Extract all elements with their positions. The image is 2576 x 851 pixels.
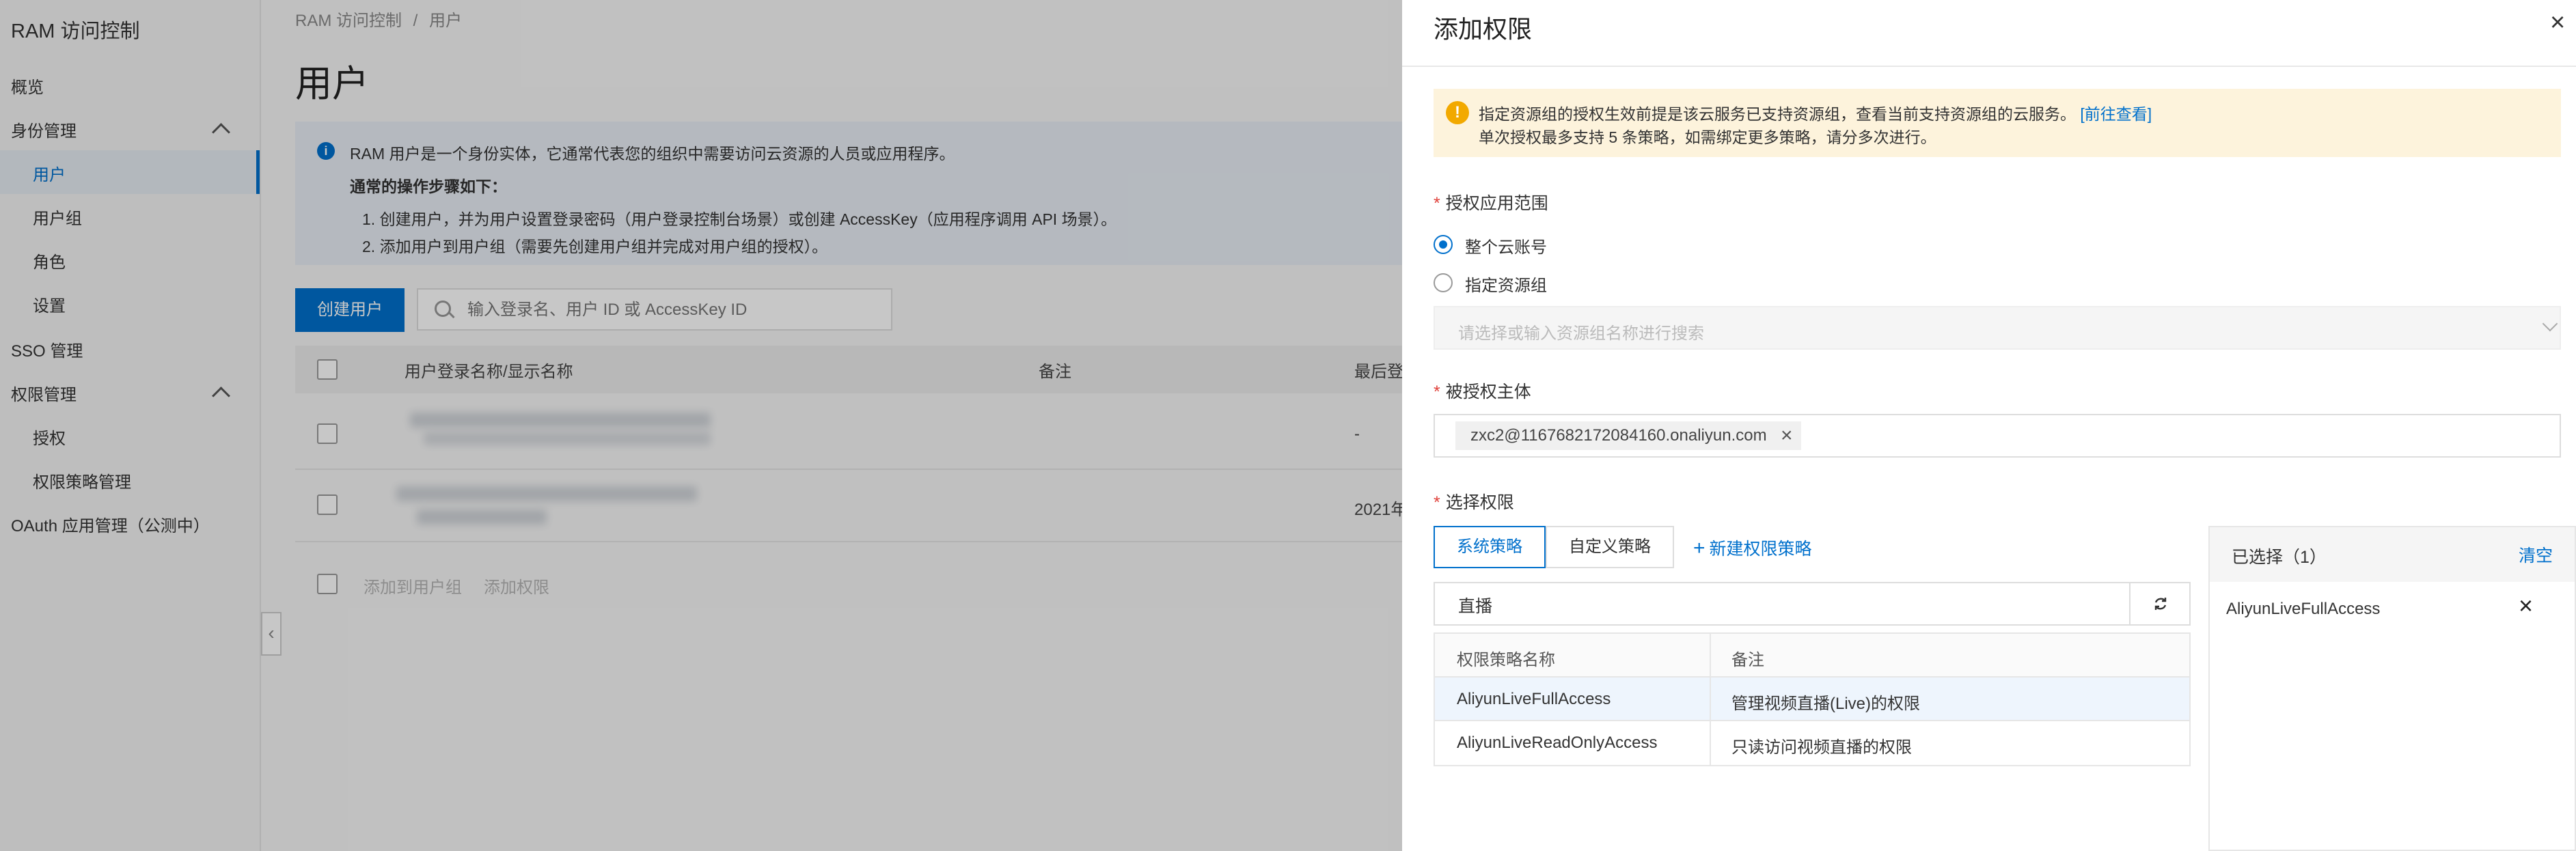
principal-tag-text: zxc2@1167682172084160.onaliyun.com [1470, 426, 1767, 445]
policy-search[interactable] [1434, 582, 2137, 626]
new-policy-button[interactable]: + 新建权限策略 [1693, 535, 1812, 560]
policy-note: 只读访问视频直播的权限 [1731, 738, 1912, 757]
scope-label-text: 授权应用范围 [1445, 194, 1548, 213]
radio-resource-group[interactable] [1434, 273, 1453, 292]
principal-label: * 被授权主体 [1434, 378, 1531, 403]
warning-text-1: 指定资源组的授权生效前提是该云服务已支持资源组，查看当前支持资源组的云服务。 [… [1479, 101, 2152, 124]
policy-search-input[interactable] [1457, 591, 2115, 619]
radio-whole-account-label[interactable]: 整个云账号 [1465, 234, 1547, 257]
column-header-policy-name: 权限策略名称 [1457, 651, 1555, 669]
selected-count-title: 已选择（1） [2232, 548, 2327, 567]
policy-name: AliyunLiveFullAccess [1457, 690, 1611, 708]
refresh-icon [2154, 598, 2167, 610]
new-policy-label: 新建权限策略 [1709, 540, 1812, 559]
chevron-down-icon [2542, 316, 2558, 332]
policy-row[interactable]: AliyunLiveReadOnlyAccess 只读访问视频直播的权限 [1435, 721, 2189, 765]
column-header-policy-note: 备注 [1731, 651, 1764, 669]
principal-field[interactable]: zxc2@1167682172084160.onaliyun.com × [1434, 414, 2561, 458]
tab-custom-policy[interactable]: 自定义策略 [1546, 526, 1674, 568]
policy-name: AliyunLiveReadOnlyAccess [1457, 734, 1658, 752]
principal-tag: zxc2@1167682172084160.onaliyun.com × [1455, 421, 1801, 450]
scope-label: * 授权应用范围 [1434, 190, 1548, 214]
policy-label-text: 选择权限 [1445, 493, 1514, 512]
principal-label-text: 被授权主体 [1445, 382, 1531, 402]
add-permission-drawer: 添加权限 × ! 指定资源组的授权生效前提是该云服务已支持资源组，查看当前支持资… [1402, 0, 2576, 851]
warning-line-1: 指定资源组的授权生效前提是该云服务已支持资源组，查看当前支持资源组的云服务。 [1479, 105, 2076, 123]
column-divider [1710, 721, 1711, 765]
modal-overlay[interactable] [0, 0, 1402, 851]
policy-row[interactable]: AliyunLiveFullAccess 管理视频直播(Live)的权限 [1435, 678, 2189, 721]
policy-label: * 选择权限 [1434, 489, 1514, 514]
column-divider [1710, 678, 1711, 720]
selected-policies-panel: 已选择（1） 清空 AliyunLiveFullAccess × [2208, 526, 2576, 851]
required-mark: * [1434, 493, 1440, 512]
plus-icon: + [1693, 537, 1705, 559]
drawer-divider [1402, 66, 2576, 67]
policy-table-header: 权限策略名称 备注 [1435, 634, 2189, 678]
radio-whole-account[interactable] [1434, 235, 1453, 254]
remove-selected-icon[interactable]: × [2519, 591, 2533, 620]
refresh-button[interactable] [2129, 582, 2191, 626]
radio-resource-group-label[interactable]: 指定资源组 [1465, 272, 1547, 296]
warning-line-2: 单次授权最多支持 5 条策略，如需绑定更多策略，请分多次进行。 [1479, 128, 1936, 146]
drawer-title: 添加权限 [1434, 15, 1533, 43]
warning-icon: ! [1446, 101, 1469, 124]
column-divider [1710, 634, 1711, 676]
resource-group-select[interactable]: 请选择或输入资源组名称进行搜索 [1434, 306, 2561, 350]
selected-panel-header: 已选择（1） 清空 [2210, 527, 2575, 582]
selected-policy-item: AliyunLiveFullAccess [2226, 600, 2381, 618]
remove-tag-icon[interactable]: × [1781, 421, 1793, 450]
close-icon[interactable]: × [2550, 10, 2571, 36]
clear-selected-button[interactable]: 清空 [2519, 542, 2553, 567]
view-supported-services-link[interactable]: [前往查看] [2080, 105, 2152, 123]
required-mark: * [1434, 194, 1440, 213]
policy-table: 权限策略名称 备注 AliyunLiveFullAccess 管理视频直播(Li… [1434, 632, 2191, 766]
policy-note: 管理视频直播(Live)的权限 [1731, 695, 1921, 713]
required-mark: * [1434, 382, 1440, 402]
resource-group-placeholder: 请选择或输入资源组名称进行搜索 [1458, 324, 1704, 343]
tab-system-policy[interactable]: 系统策略 [1434, 526, 1546, 568]
